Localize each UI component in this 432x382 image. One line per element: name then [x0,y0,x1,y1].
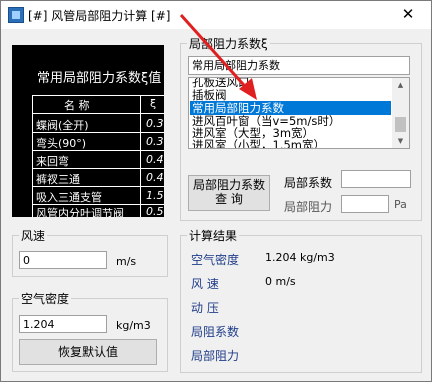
app-window: [#] 风管局部阻力计算 [#] ✕ 常用局部阻力系数ξ值 名 称 ξ 蝶阀(全… [0,0,432,382]
result-label: 风 速 [191,277,219,291]
table-row-name: 蝶阀(全开) [36,119,89,132]
result-value: 0 m/s [265,275,296,288]
table-rule [32,95,164,96]
result-label: 动 压 [191,301,219,315]
result-label: 局部阻力 [191,349,240,363]
query-button-line1: 局部阻力系数 [192,178,265,192]
table-heading: 常用局部阻力系数ξ值 [37,71,162,86]
table-col-name: 名 称 [64,99,90,112]
table-row-name: 裤衩三通 [36,173,80,186]
table-row-value: 0.5 [146,205,164,217]
app-icon [8,7,24,23]
coefficient-field[interactable] [341,170,411,188]
coefficient-label: 局部系数 [284,176,333,190]
resistance-table-image: 常用局部阻力系数ξ值 名 称 ξ 蝶阀(全开) 0.3 弯头(90°) 0.3 … [12,45,164,217]
table-rule [32,168,164,169]
window-title: [#] 风管局部阻力计算 [#] [28,9,171,23]
scroll-down-icon[interactable]: ▼ [392,134,409,148]
air-density-group-title: 空气密度 [19,290,72,307]
table-row-value: 0.4 [146,153,164,166]
list-scrollbar[interactable]: ▲ ▼ [392,78,409,148]
resistance-field[interactable] [341,195,389,213]
scroll-thumb[interactable] [395,117,406,132]
table-col-value: ξ [150,97,157,110]
table-rule [32,186,164,187]
table-rule [140,95,141,217]
table-rule [32,132,164,133]
velocity-input[interactable]: 0 [19,251,107,269]
table-row-value: 0.3 [146,135,164,148]
coefficient-type-combo[interactable]: 常用局部阻力系数 [188,56,410,75]
reset-defaults-button[interactable]: 恢复默认值 [19,339,157,365]
resistance-label: 局部阻力 [284,200,333,214]
table-rule [32,150,164,151]
result-label: 局阻系数 [191,325,240,339]
coefficient-query-button[interactable]: 局部阻力系数 查 询 [188,175,270,211]
air-density-input[interactable]: 1.204 [19,315,107,333]
list-item-selected[interactable]: 常用局部阻力系数 [190,101,391,115]
table-row-value: 0.4 [146,171,164,184]
table-rule [32,113,164,114]
air-density-unit: kg/m3 [116,319,151,332]
coefficient-group-title: 局部阻力系数ξ [187,35,270,52]
result-label: 空气密度 [191,253,240,267]
table-row-value: 1.5 [146,189,164,202]
table-row-name: 风管内分叶调节阀 [36,207,124,217]
list-item[interactable]: 插板阀 [190,88,391,102]
list-item[interactable]: 进风室（小型，1.5m宽） [190,138,391,148]
results-group-title: 计算结果 [187,227,240,244]
coefficient-type-list[interactable]: 孔板送风口 插板阀 常用局部阻力系数 进风百叶窗（当v=5m/s时） 进风室（大… [188,77,410,149]
query-button-line2: 查 询 [215,192,243,206]
close-button[interactable]: ✕ [385,1,431,28]
velocity-group-title: 风速 [19,227,48,244]
table-row-value: 0.3 [146,117,164,130]
table-row-name: 来回弯 [36,155,69,168]
table-rule [32,95,33,217]
scroll-up-icon[interactable]: ▲ [392,78,409,92]
title-bar: [#] 风管局部阻力计算 [#] ✕ [1,1,431,29]
resistance-unit: Pa [394,198,407,211]
velocity-unit: m/s [116,255,137,268]
table-row-name: 弯头(90°) [36,137,87,150]
table-row-name: 吸入三通支管 [36,191,102,204]
result-value: 1.204 kg/m3 [265,251,335,264]
